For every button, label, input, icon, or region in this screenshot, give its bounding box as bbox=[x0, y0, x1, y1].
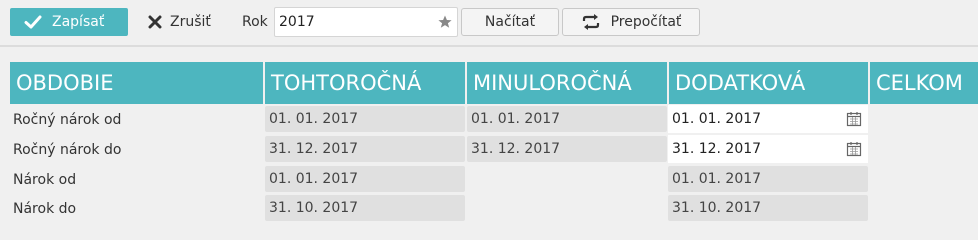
header-current-year: TOHTOROČNÁ bbox=[271, 71, 422, 95]
header-total: CELKOM bbox=[876, 71, 963, 95]
header-additional: DODATKOVÁ bbox=[675, 71, 806, 95]
entitlement-from-additional: 01. 01. 2017 bbox=[668, 166, 868, 192]
year-input[interactable] bbox=[275, 13, 431, 31]
row-label-annual-to: Ročný nárok do bbox=[13, 142, 122, 158]
entitlement-to-additional: 31. 10. 2017 bbox=[668, 195, 868, 221]
load-button-label: Načítať bbox=[484, 14, 536, 30]
table-header: OBDOBIE TOHTOROČNÁ MINULOROČNÁ DODATKOVÁ… bbox=[10, 62, 978, 104]
star-icon[interactable] bbox=[437, 14, 453, 30]
annual-from-previous: 01. 01. 2017 bbox=[467, 106, 667, 132]
save-button-label: Zapísať bbox=[52, 14, 105, 30]
check-icon bbox=[24, 13, 42, 31]
toolbar-divider bbox=[0, 45, 978, 47]
row-label-annual-from: Ročný nárok od bbox=[13, 112, 122, 128]
toolbar: Zapísať Zrušiť Rok Načítať Prepočítať bbox=[0, 0, 978, 44]
close-icon bbox=[148, 14, 164, 30]
year-field[interactable] bbox=[274, 7, 458, 37]
calendar-icon[interactable] bbox=[846, 141, 862, 157]
recalc-button[interactable]: Prepočítať bbox=[562, 8, 700, 36]
load-button[interactable]: Načítať bbox=[461, 8, 559, 36]
save-button[interactable]: Zapísať bbox=[10, 8, 128, 36]
annual-to-current: 31. 12. 2017 bbox=[265, 136, 465, 162]
annual-to-additional-value: 31. 12. 2017 bbox=[672, 141, 762, 157]
cancel-button[interactable]: Zrušiť bbox=[148, 8, 218, 36]
header-previous-year: MINULOROČNÁ bbox=[473, 71, 632, 95]
calendar-icon[interactable] bbox=[846, 111, 862, 127]
annual-from-additional-value: 01. 01. 2017 bbox=[672, 111, 762, 127]
cancel-button-label: Zrušiť bbox=[170, 14, 211, 30]
annual-to-additional-field[interactable]: 31. 12. 2017 bbox=[668, 135, 868, 163]
annual-from-additional-field[interactable]: 01. 01. 2017 bbox=[668, 105, 868, 133]
year-label: Rok bbox=[242, 14, 268, 30]
entitlement-to-current: 31. 10. 2017 bbox=[265, 195, 465, 221]
header-period: OBDOBIE bbox=[16, 71, 114, 95]
recalc-button-label: Prepočítať bbox=[610, 14, 682, 30]
row-label-entitlement-from: Nárok od bbox=[13, 172, 77, 188]
annual-from-current: 01. 01. 2017 bbox=[265, 106, 465, 132]
annual-to-previous: 31. 12. 2017 bbox=[467, 136, 667, 162]
row-label-entitlement-to: Nárok do bbox=[13, 201, 77, 217]
refresh-icon bbox=[581, 14, 601, 30]
entitlement-from-current: 01. 01. 2017 bbox=[265, 166, 465, 192]
